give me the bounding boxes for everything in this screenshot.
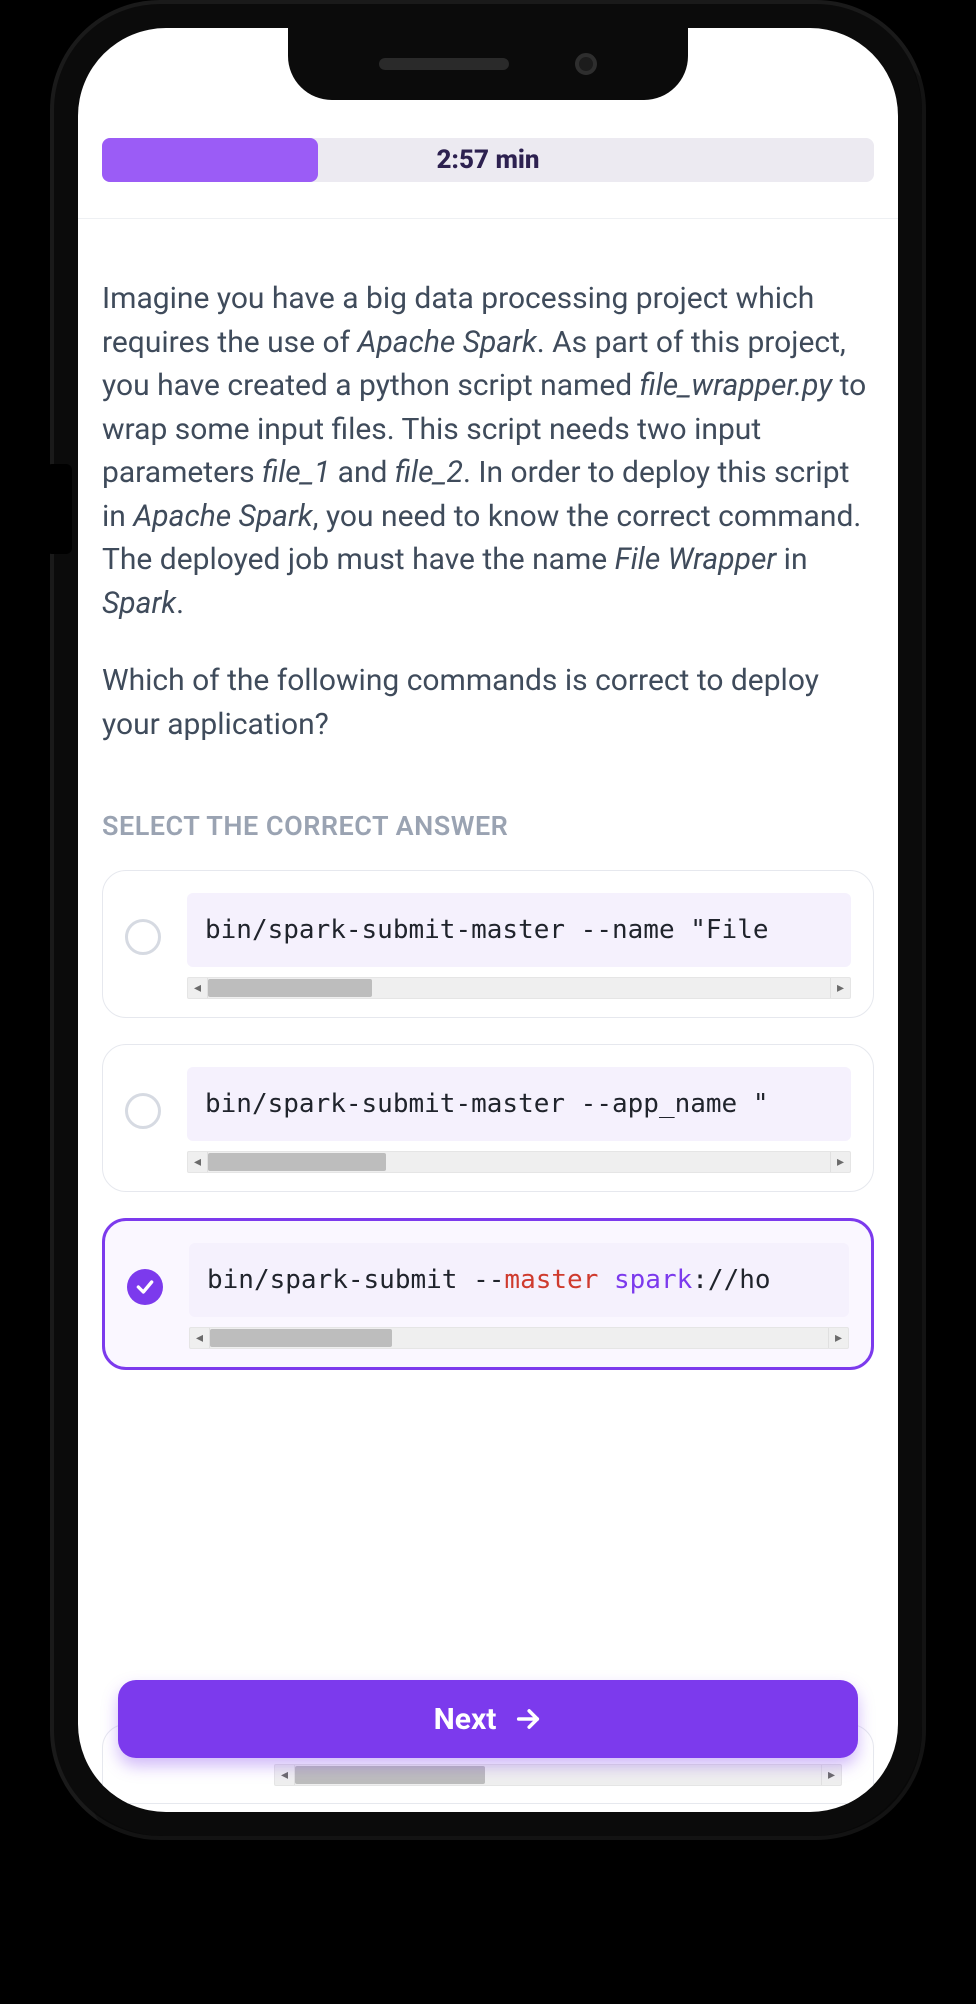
- scroll-thumb[interactable]: [208, 979, 372, 997]
- question-text-part: .: [176, 586, 184, 621]
- scroll-left-icon[interactable]: ◂: [188, 1152, 208, 1172]
- progress-time-label: 2:57 min: [102, 138, 874, 182]
- phone-side-button: [46, 464, 72, 554]
- horizontal-scrollbar[interactable]: ◂ ▸: [187, 977, 851, 999]
- radio-unselected-icon: [125, 919, 161, 955]
- question-em: file_wrapper.py: [640, 368, 833, 403]
- progress-bar: 2:57 min: [102, 138, 874, 182]
- scroll-right-icon[interactable]: ▸: [828, 1328, 848, 1348]
- next-button-label: Next: [434, 1702, 497, 1737]
- scroll-thumb[interactable]: [210, 1329, 392, 1347]
- question-text-part: in: [776, 542, 807, 577]
- speaker-grille: [379, 58, 509, 70]
- code-text: bin/spark-submit --: [207, 1265, 504, 1295]
- scroll-thumb[interactable]: [208, 1153, 386, 1171]
- code-snippet: bin/spark-submit --master spark://ho: [189, 1243, 849, 1317]
- question-em: Spark: [102, 586, 176, 621]
- question-em: file_2: [395, 455, 463, 490]
- radio-unselected-icon: [125, 1093, 161, 1129]
- code-container: bin/spark-submit-master --app_name " ◂ ▸: [187, 1067, 851, 1173]
- code-container: bin/spark-submit --master spark://ho ◂ ▸: [189, 1243, 849, 1349]
- answer-option[interactable]: bin/spark-submit-master --app_name " ◂ ▸: [102, 1044, 874, 1192]
- answer-option-selected[interactable]: bin/spark-submit --master spark://ho ◂ ▸: [102, 1218, 874, 1370]
- question-text: Imagine you have a big data processing p…: [102, 277, 874, 746]
- code-snippet: bin/spark-submit-master --app_name ": [187, 1067, 851, 1141]
- horizontal-scrollbar[interactable]: ◂ ▸: [189, 1327, 849, 1349]
- code-snippet: bin/spark-submit-master --name "File: [187, 893, 851, 967]
- question-em: Apache Spark: [133, 499, 312, 534]
- scroll-right-icon[interactable]: ▸: [830, 1152, 850, 1172]
- check-icon: [135, 1277, 155, 1297]
- code-text: [598, 1265, 614, 1295]
- radio-selected-icon: [127, 1269, 163, 1305]
- code-keyword: master: [504, 1265, 598, 1295]
- question-em: Apache Spark: [357, 325, 536, 360]
- answer-option[interactable]: bin/spark-submit-master --name "File ◂ ▸: [102, 870, 874, 1018]
- phone-notch: [288, 28, 688, 100]
- code-container: bin/spark-submit-master --name "File ◂ ▸: [187, 893, 851, 999]
- horizontal-scrollbar[interactable]: ◂ ▸: [187, 1151, 851, 1173]
- code-text: ://ho: [692, 1265, 770, 1295]
- arrow-right-icon: [514, 1705, 542, 1733]
- divider: [78, 218, 898, 219]
- scroll-right-icon[interactable]: ▸: [821, 1765, 841, 1785]
- next-button[interactable]: Next: [118, 1680, 858, 1758]
- question-em: file_1: [262, 455, 330, 490]
- scroll-left-icon[interactable]: ◂: [190, 1328, 210, 1348]
- scroll-left-icon[interactable]: ◂: [275, 1765, 295, 1785]
- screen: 2:57 min Imagine you have a big data pro…: [78, 28, 898, 1812]
- question-text-part: and: [330, 455, 395, 490]
- phone-frame: 2:57 min Imagine you have a big data pro…: [50, 0, 926, 1840]
- horizontal-scrollbar[interactable]: ◂ ▸: [274, 1764, 842, 1786]
- question-prompt: Which of the following commands is corre…: [102, 659, 874, 746]
- scroll-left-icon[interactable]: ◂: [188, 978, 208, 998]
- scroll-thumb[interactable]: [295, 1766, 485, 1784]
- code-keyword: spark: [614, 1265, 692, 1295]
- scroll-right-icon[interactable]: ▸: [830, 978, 850, 998]
- section-label: SELECT THE CORRECT ANSWER: [102, 810, 874, 842]
- front-camera: [575, 53, 597, 75]
- question-em: File Wrapper: [615, 542, 777, 577]
- options-list: bin/spark-submit-master --name "File ◂ ▸: [102, 870, 874, 1370]
